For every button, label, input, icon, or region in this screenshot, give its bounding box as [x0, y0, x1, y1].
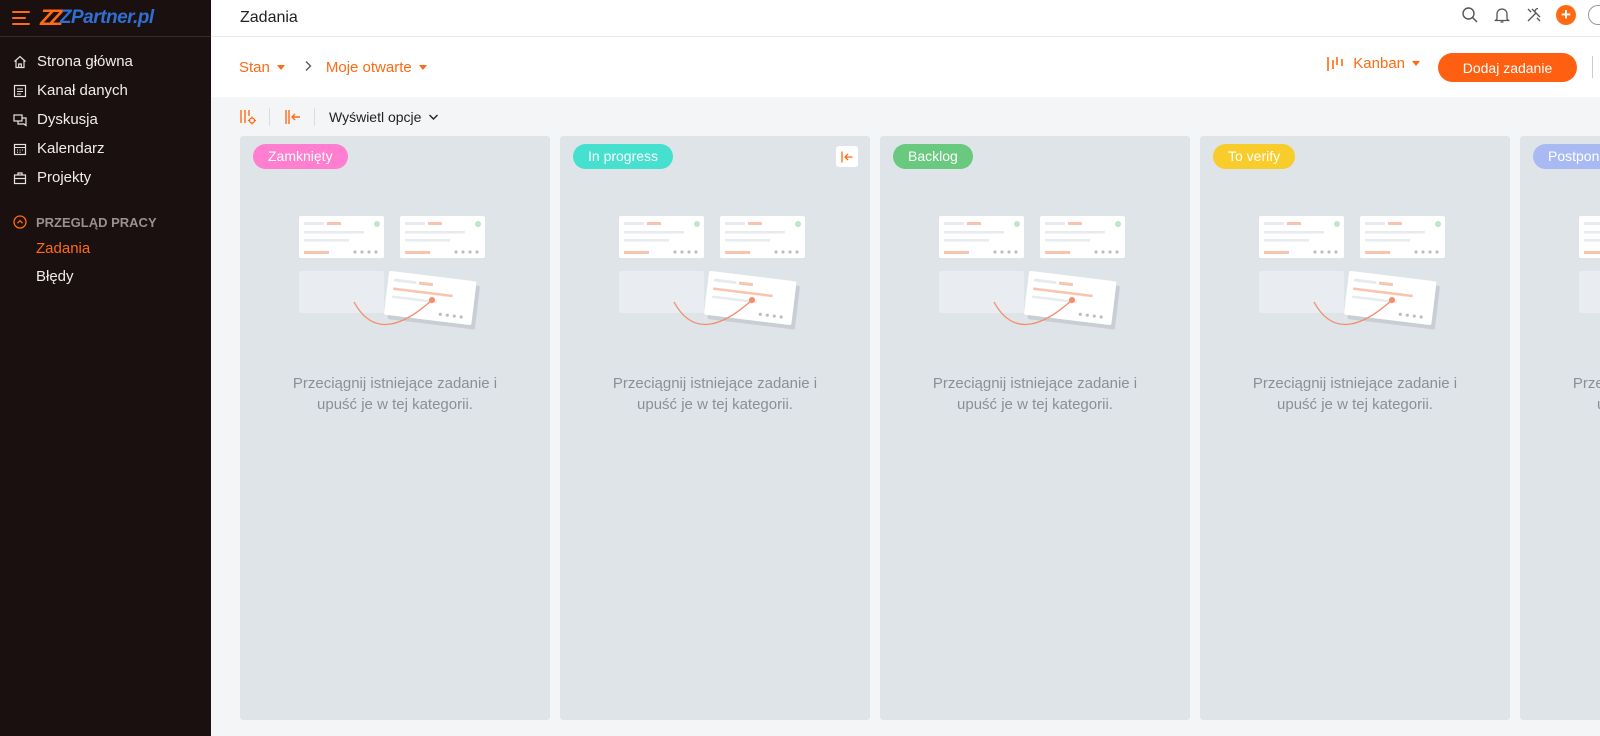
view-filter-label: Moje otwarte — [325, 58, 412, 76]
page-title: Zadania — [240, 9, 298, 26]
sidebar-item-label: Projekty — [37, 169, 92, 186]
kanban-board: Zamknięty Przeciągnij istniejące zadanie… — [240, 136, 1600, 720]
sidebar-item-label: Kalendarz — [37, 140, 105, 157]
sidebar-item-label: Kanał danych — [37, 82, 128, 99]
add-task-button[interactable]: Dodaj zadanie — [1438, 53, 1577, 82]
board-toolbar: Wyświetl opcje — [211, 97, 1600, 136]
empty-column-illustration — [1259, 216, 1449, 338]
sidebar-item-feed[interactable]: Kanał danych — [0, 76, 211, 105]
divider — [269, 107, 270, 126]
state-filter-dropdown[interactable]: Stan — [239, 59, 285, 76]
column-status-label[interactable]: Zamknięty — [253, 144, 348, 169]
view-filter-dropdown[interactable]: Moje otwarte — [326, 59, 427, 76]
sidebar-item-projects[interactable]: Projekty — [0, 163, 211, 192]
empty-column-illustration — [939, 216, 1129, 338]
column-status-label[interactable]: Backlog — [893, 144, 973, 169]
empty-column-message: Przeciągnij istniejące zadanie i upuść j… — [1252, 375, 1458, 413]
sidebar-item-label: Dyskusja — [37, 111, 98, 128]
collapse-all-icon[interactable] — [284, 108, 302, 126]
sidebar-item-tasks[interactable]: Zadania — [0, 234, 211, 262]
column-status-label[interactable]: To verify — [1213, 144, 1296, 169]
briefcase-icon — [13, 171, 27, 185]
sidebar-item-bugs[interactable]: Błędy — [0, 262, 211, 290]
collapse-column-icon[interactable] — [836, 146, 858, 167]
quick-add-button[interactable]: + — [1556, 5, 1576, 25]
profile-avatar[interactable] — [1588, 5, 1600, 25]
divider — [1592, 56, 1593, 78]
top-bar: Zadania + — [211, 0, 1600, 37]
feed-icon — [13, 84, 27, 98]
section-title-label: PRZEGLĄD PRACY — [36, 214, 157, 230]
display-options-label: Wyświetl opcje — [329, 108, 422, 125]
caret-down-icon — [418, 64, 427, 70]
state-filter-label: Stan — [239, 58, 270, 76]
layout-selector[interactable]: Kanban — [1326, 55, 1420, 72]
breadcrumb-chevron-icon — [304, 59, 312, 75]
empty-column-message: Przeciągnij istniejące zadanie i upuść j… — [932, 375, 1138, 413]
empty-column-illustration — [299, 216, 489, 338]
empty-column-illustration — [1579, 216, 1600, 338]
logo-text: ZPartner.pl — [59, 7, 154, 28]
home-icon — [13, 55, 27, 69]
search-icon[interactable] — [1460, 5, 1480, 25]
sidebar-item-home[interactable]: Strona główna — [0, 47, 211, 76]
column-status-label[interactable]: Postponed — [1533, 144, 1600, 169]
column-settings-icon[interactable] — [239, 108, 257, 126]
kanban-column[interactable]: To verify Przeciągnij istniejące zadanie… — [1200, 136, 1510, 720]
section-work-overview[interactable]: PRZEGLĄD PRACY — [0, 210, 211, 234]
sidebar: ZZ ZPartner.pl Strona główna Kanał danyc… — [0, 0, 211, 736]
sidebar-nav: Strona główna Kanał danych Dyskusja Kale… — [0, 37, 211, 192]
sidebar-item-calendar[interactable]: Kalendarz — [0, 134, 211, 163]
empty-column-message: Przeciągnij istniejące zadanie i upuść j… — [1572, 375, 1600, 413]
kanban-column[interactable]: Zamknięty Przeciągnij istniejące zadanie… — [240, 136, 550, 720]
top-icons: + — [1448, 0, 1600, 30]
logo[interactable]: ZZ ZPartner.pl — [40, 5, 154, 31]
caret-down-icon — [1412, 61, 1420, 66]
display-options-dropdown[interactable]: Wyświetl opcje — [329, 109, 439, 125]
empty-column-message: Przeciągnij istniejące zadanie i upuść j… — [292, 375, 498, 413]
discussion-icon — [13, 113, 27, 127]
plus-icon: + — [1556, 5, 1576, 25]
divider — [314, 107, 315, 126]
calendar-icon — [13, 142, 27, 156]
tools-icon[interactable] — [1524, 5, 1544, 25]
column-status-label[interactable]: In progress — [573, 144, 674, 169]
layout-selector-label: Kanban — [1353, 55, 1405, 72]
bell-icon[interactable] — [1492, 5, 1512, 25]
sidebar-header: ZZ ZPartner.pl — [0, 0, 211, 37]
avatar-icon — [1588, 5, 1600, 25]
chevron-down-icon — [428, 113, 439, 121]
kanban-column[interactable]: In progress Przeciągnij istniejące zadan… — [560, 136, 870, 720]
hamburger-menu-icon[interactable] — [12, 11, 30, 25]
empty-column-message: Przeciągnij istniejące zadanie i upuść j… — [612, 375, 818, 413]
sidebar-item-label: Strona główna — [37, 53, 133, 70]
caret-down-icon — [276, 64, 285, 70]
sidebar-item-discussion[interactable]: Dyskusja — [0, 105, 211, 134]
filter-bar: Stan Moje otwarte Kanban Dodaj zadanie — [211, 37, 1600, 97]
empty-column-illustration — [619, 216, 809, 338]
main-area: Zadania + Stan Moje otwarte Kanban Dodaj… — [211, 0, 1600, 736]
kanban-column[interactable]: Backlog Przeciągnij istniejące zadanie i… — [880, 136, 1190, 720]
collapse-circle-icon — [13, 215, 27, 229]
logo-mark-icon: ZZ — [40, 5, 63, 30]
kanban-icon — [1326, 56, 1344, 72]
kanban-column[interactable]: Postponed Przeciągnij istniejące zadanie… — [1520, 136, 1600, 720]
